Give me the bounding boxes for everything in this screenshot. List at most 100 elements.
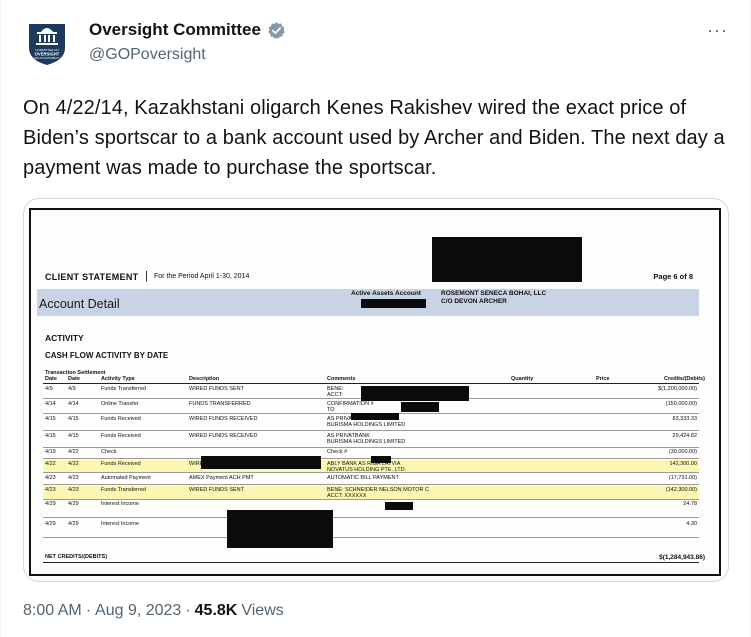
header-comments: Comments: [327, 376, 356, 382]
transaction-date: 4/19: [45, 449, 56, 455]
activity-heading: ACTIVITY: [45, 333, 84, 343]
settlement-date: 4/22: [68, 461, 79, 467]
net-credits-amount: $(1,284,943.86): [659, 554, 705, 561]
activity-type: Funds Received: [101, 416, 141, 422]
bank-statement-document: CLIENT STATEMENT | For the Period April …: [29, 208, 721, 576]
amount: $(1,200,000.00): [658, 386, 697, 392]
redaction-block: [432, 237, 582, 282]
comments: AUTOMATIC BILL PAYMENT: [327, 475, 399, 481]
redaction-block: [227, 510, 333, 548]
author-handle[interactable]: @GOPoversight: [89, 46, 206, 64]
comment-line-2: BURISMA HOLDINGS LIMITED: [327, 439, 406, 445]
transaction-date: 4/23: [45, 487, 56, 493]
transaction-date: 4/22: [45, 461, 56, 467]
tweet-meta: 8:00 AM · Aug 9, 2023 · 45.8K Views: [23, 602, 284, 620]
svg-text:OVERSIGHT: OVERSIGHT: [35, 52, 60, 57]
activity-type: Automated Payment: [101, 475, 151, 481]
settlement-date: 4/15: [68, 433, 79, 439]
settlement-date: 4/22: [68, 449, 79, 455]
views-label: Views: [241, 602, 284, 619]
net-credits-label: NET CREDITS/(DEBITS): [45, 554, 108, 560]
tweet-media-image[interactable]: CLIENT STATEMENT | For the Period April …: [23, 198, 729, 582]
activity-type: Funds Transferred: [101, 487, 146, 493]
transaction-row: 4/29 4/29 Interest Income 4.30: [43, 520, 699, 538]
settlement-date: 4/29: [68, 501, 79, 507]
comments: Check #: [327, 449, 347, 455]
amount: (150,000.00): [665, 401, 697, 407]
account-name-line-1: ROSEMONT SENECA BOHAI, LLC: [441, 290, 547, 297]
tweet-time[interactable]: 8:00 AM: [23, 602, 82, 620]
comments: BENE: SCHNEIDER NELSON MOTOR C ACCT: XXXX…: [327, 487, 429, 499]
activity-type: Funds Received: [101, 433, 141, 439]
comments: CONFIRMATION # TO: [327, 401, 374, 413]
transaction-date: 4/15: [45, 416, 56, 422]
amount: (142,300.00): [665, 487, 697, 493]
statement-separator: |: [145, 270, 148, 282]
transaction-date: 4/29: [45, 521, 56, 527]
description: FUNDS TRANSFERRED: [189, 401, 251, 407]
redaction-block: [385, 502, 413, 510]
comment-line-1: Check #: [327, 449, 348, 455]
redaction-block: [351, 413, 399, 420]
activity-type: Online Transfer: [101, 401, 139, 407]
amount: 29,424.82: [672, 433, 697, 439]
statement-period: For the Period April 1-30, 2014: [154, 273, 250, 280]
redaction-block: [201, 456, 321, 469]
tweet-date[interactable]: Aug 9, 2023: [95, 602, 181, 620]
avatar[interactable]: COMMITTEE ON OVERSIGHT AND ACCOUNTABILIT…: [25, 18, 69, 66]
redaction-block: [361, 386, 469, 401]
settlement-date: 4/23: [68, 475, 79, 481]
amount: 83,333.33: [672, 416, 697, 422]
settlement-date: 4/23: [68, 487, 79, 493]
description: WIRED FUNDS RECEIVED: [189, 433, 258, 439]
comment-line-1: AUTOMATIC BILL PAYMENT: [327, 475, 399, 481]
activity-type: Check: [101, 449, 117, 455]
views-count: 45.8K: [194, 602, 238, 619]
transaction-row: 4/23 4/23 Automated Payment AMEX Payment AC…: [43, 474, 699, 485]
transaction-row: 4/29 4/29 Interest Income 24.78: [43, 500, 699, 518]
meta-separator: ·: [85, 602, 92, 619]
amount: 142,300.00: [669, 461, 697, 467]
transaction-date: 4/9: [45, 386, 53, 392]
header-quantity: Quantity: [511, 376, 534, 382]
transaction-date: 4/29: [45, 501, 56, 507]
page-number: Page 6 of 8: [653, 272, 693, 281]
amount: (17,731.00): [668, 475, 697, 481]
amount: (30,000.00): [668, 449, 697, 455]
activity-type: Funds Transferred: [101, 386, 146, 392]
transaction-row: 4/14 4/14 Online Transfer FUNDS TRANSFERRED…: [43, 400, 699, 414]
comment-line-2: ACCT:: [327, 392, 343, 398]
settlement-date: 4/14: [68, 401, 79, 407]
account-detail-heading: Account Detail: [39, 297, 120, 311]
transaction-date: 4/14: [45, 401, 56, 407]
settlement-date: 4/9: [68, 386, 76, 392]
comments: AS PRIVATBANK BURISMA HOLDINGS LIMITED: [327, 433, 405, 445]
header-date-2: Date: [68, 376, 80, 382]
settlement-date: 4/29: [68, 521, 79, 527]
transaction-row: 4/15 4/15 Funds Received WIRED FUNDS RECEIV…: [43, 432, 699, 448]
verified-badge-icon[interactable]: [267, 21, 286, 40]
display-name[interactable]: Oversight Committee: [89, 20, 261, 40]
header-activity-type: Activity Type: [101, 376, 135, 382]
active-assets-label: Active Assets Account: [351, 290, 421, 297]
redaction-block: [401, 402, 439, 412]
settlement-date: 4/15: [68, 416, 79, 422]
header-credits-debits: Credits/(Debits): [664, 376, 705, 382]
amount: 24.78: [683, 501, 697, 507]
statement-title: CLIENT STATEMENT: [45, 272, 139, 282]
header-divider: [43, 383, 699, 384]
redaction-block: [371, 456, 391, 463]
more-options-icon[interactable]: ···: [707, 20, 728, 41]
amount: 4.30: [686, 521, 697, 527]
svg-text:AND ACCOUNTABILITY: AND ACCOUNTABILITY: [34, 57, 61, 60]
comment-line-2: BURISMA HOLDINGS LIMITED: [327, 422, 406, 428]
account-name-line-2: C/O DEVON ARCHER: [441, 298, 507, 305]
committee-seal-icon: COMMITTEE ON OVERSIGHT AND ACCOUNTABILIT…: [29, 24, 65, 65]
highlighted-transaction-row: 4/23 4/23 Funds Transferred WIRED FUNDS SEN…: [43, 486, 699, 500]
redaction-block: [361, 299, 426, 308]
header-description: Description: [189, 376, 220, 382]
cash-flow-heading: CASH FLOW ACTIVITY BY DATE: [45, 351, 169, 360]
description: WIRED FUNDS RECEIVED: [189, 416, 258, 422]
activity-type: Interest Income: [101, 501, 139, 507]
description: WIRED FUNDS SENT: [189, 386, 244, 392]
